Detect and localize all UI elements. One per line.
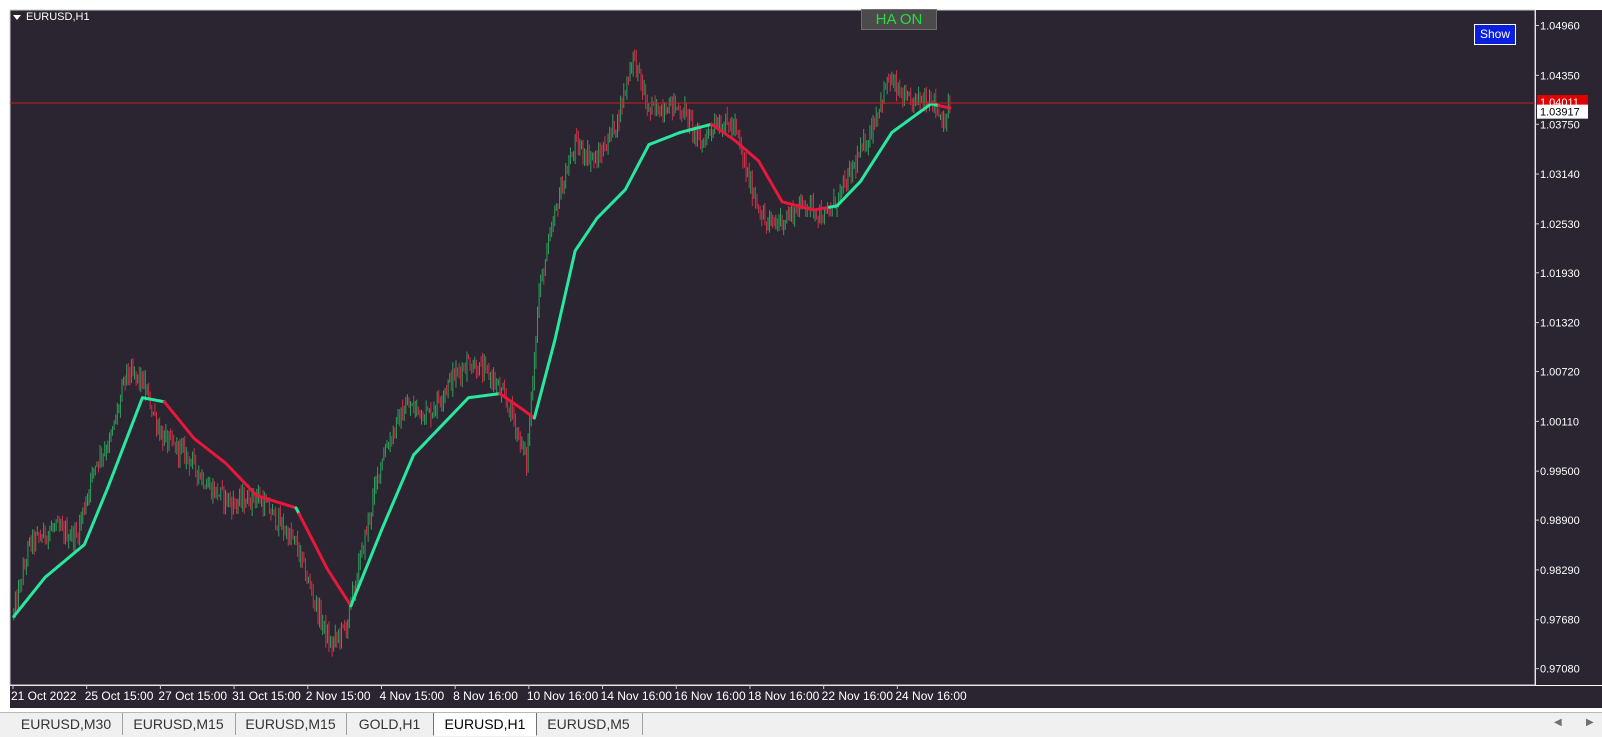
y-tick-label: 0.98290 [1540, 565, 1580, 577]
y-tick-label: 1.04960 [1540, 21, 1580, 33]
price-chart[interactable]: 1.040111.03917 1.049601.043501.037501.03… [0, 0, 1602, 712]
y-tick-label: 1.03140 [1540, 169, 1580, 181]
y-tick-label: 0.99500 [1540, 466, 1580, 478]
y-tick-label: 1.03750 [1540, 119, 1580, 131]
y-tick-label: 1.00110 [1540, 416, 1579, 428]
x-tick-label: 10 Nov 16:00 [527, 689, 599, 703]
last-price-label: 1.03917 [1540, 107, 1580, 119]
x-tick-label: 25 Oct 15:00 [85, 689, 154, 703]
chart-tabs-bar: EURUSD,M30 EURUSD,M15 EURUSD,M15 GOLD,H1 EUR… [0, 712, 1602, 737]
x-tick-label: 8 Nov 16:00 [453, 689, 518, 703]
x-tick-label: 24 Nov 16:00 [895, 689, 967, 703]
chart-tab[interactable]: EURUSD,M5 [535, 713, 643, 735]
chart-window[interactable]: 1.04011 1.03917 1.04960 1.04350 1.03750 1.03… [0, 0, 1602, 712]
x-tick-label: 2 Nov 15:00 [306, 689, 371, 703]
chart-tab[interactable]: EURUSD,M30 [10, 713, 123, 735]
ha-toggle-button[interactable]: HA ON [861, 9, 937, 30]
y-tick-label: 0.98900 [1540, 515, 1580, 527]
chart-tab[interactable]: EURUSD,M15 [122, 713, 236, 735]
x-tick-label: 14 Nov 16:00 [601, 689, 673, 703]
symbol-text: EURUSD,H1 [26, 11, 90, 23]
chart-tab[interactable]: GOLD,H1 [346, 713, 434, 735]
x-tick-label: 31 Oct 15:00 [232, 689, 301, 703]
y-tick-label: 1.01320 [1540, 318, 1580, 330]
x-tick-label: 27 Oct 15:00 [158, 689, 227, 703]
y-tick-label: 1.01930 [1540, 268, 1580, 280]
x-tick-label: 21 Oct 2022 [11, 689, 77, 703]
dropdown-triangle-icon[interactable] [13, 14, 21, 20]
symbol-label[interactable]: EURUSD,H1 [13, 11, 90, 23]
tab-scroll-left-icon[interactable]: ◀ [1554, 717, 1562, 728]
y-tick-label: 1.04350 [1540, 70, 1580, 82]
x-tick-label: 18 Nov 16:00 [748, 689, 820, 703]
y-tick-label: 0.97680 [1540, 615, 1580, 627]
x-tick-label: 4 Nov 15:00 [379, 689, 444, 703]
y-tick-label: 1.02530 [1540, 219, 1580, 231]
tab-scroll-right-icon[interactable]: ▶ [1586, 717, 1594, 728]
y-tick-label: 1.00720 [1540, 367, 1580, 379]
x-tick-label: 16 Nov 16:00 [674, 689, 746, 703]
chart-tab[interactable]: EURUSD,H1 [433, 713, 537, 736]
chart-background [10, 10, 1535, 685]
show-button[interactable]: Show [1474, 24, 1516, 45]
chart-tab[interactable]: EURUSD,M15 [235, 713, 347, 735]
y-tick-label: 0.97080 [1540, 664, 1580, 676]
x-tick-label: 22 Nov 16:00 [822, 689, 894, 703]
